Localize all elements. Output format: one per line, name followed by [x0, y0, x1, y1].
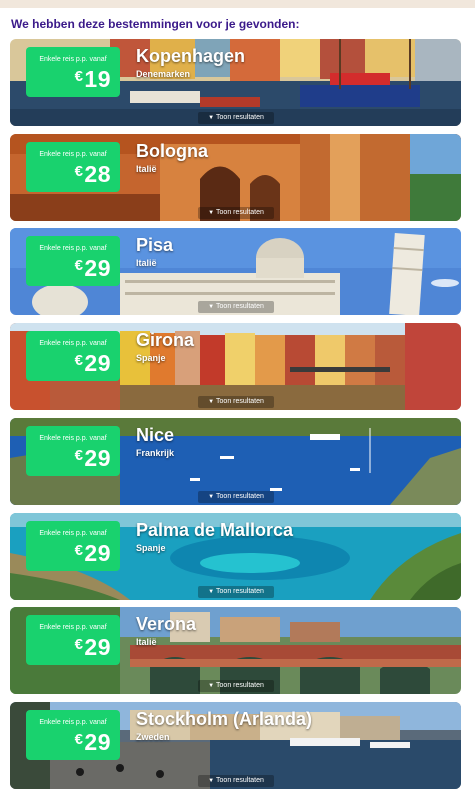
- city-name: Palma de Mallorca: [136, 520, 294, 540]
- price-amount: 29: [84, 350, 111, 376]
- price-value: €19: [75, 66, 111, 93]
- chevron-down-icon: ▼: [208, 304, 215, 310]
- chevron-down-icon: ▼: [208, 210, 215, 216]
- show-results-button[interactable]: ▼ Toon resultaten: [198, 586, 274, 598]
- country-name: Italië: [136, 258, 157, 268]
- price-box: Enkele reis p.p. vanaf €28: [26, 142, 120, 192]
- currency-symbol: €: [74, 447, 84, 464]
- show-results-label: Toon resultaten: [216, 777, 264, 784]
- country-name: Italië: [136, 637, 157, 647]
- show-results-label: Toon resultaten: [216, 493, 264, 500]
- price-label: Enkele reis p.p. vanaf: [39, 435, 107, 442]
- destination-card-girona[interactable]: Enkele reis p.p. vanaf €29 Girona Spanje…: [10, 323, 461, 410]
- chevron-down-icon: ▼: [208, 589, 215, 595]
- destination-card-palma-de-mallorca[interactable]: Enkele reis p.p. vanaf €29 Palma de Mall…: [10, 513, 461, 600]
- show-results-label: Toon resultaten: [216, 398, 264, 405]
- show-results-button[interactable]: ▼ Toon resultaten: [198, 680, 274, 692]
- price-value: €29: [75, 350, 111, 377]
- country-name: Frankrijk: [136, 448, 175, 458]
- chevron-down-icon: ▼: [208, 778, 215, 784]
- price-box: Enkele reis p.p. vanaf €19: [26, 47, 120, 97]
- show-results-label: Toon resultaten: [216, 588, 264, 595]
- show-results-button[interactable]: ▼ Toon resultaten: [198, 396, 274, 408]
- destination-card-bologna[interactable]: Enkele reis p.p. vanaf €28 Bologna Itali…: [10, 134, 461, 221]
- price-value: €29: [75, 255, 111, 282]
- show-results-label: Toon resultaten: [216, 303, 264, 310]
- country-name: Spanje: [136, 353, 166, 363]
- price-value: €28: [75, 161, 111, 188]
- currency-symbol: €: [74, 542, 84, 559]
- price-box: Enkele reis p.p. vanaf €29: [26, 615, 120, 665]
- city-name: Nice: [136, 425, 175, 445]
- destination-card-verona[interactable]: Enkele reis p.p. vanaf €29 Verona Italië…: [10, 607, 461, 694]
- price-box: Enkele reis p.p. vanaf €29: [26, 521, 120, 571]
- currency-symbol: €: [74, 731, 84, 748]
- currency-symbol: €: [74, 636, 84, 653]
- country-name: Italië: [136, 164, 157, 174]
- show-results-label: Toon resultaten: [216, 114, 264, 121]
- show-results-label: Toon resultaten: [216, 209, 264, 216]
- show-results-button[interactable]: ▼ Toon resultaten: [198, 775, 274, 787]
- chevron-down-icon: ▼: [208, 115, 215, 121]
- show-results-label: Toon resultaten: [216, 682, 264, 689]
- city-name: Kopenhagen: [136, 46, 246, 66]
- show-results-button[interactable]: ▼ Toon resultaten: [198, 301, 274, 313]
- price-label: Enkele reis p.p. vanaf: [39, 530, 107, 537]
- chevron-down-icon: ▼: [208, 494, 215, 500]
- destination-card-kopenhagen[interactable]: Enkele reis p.p. vanaf €19 Kopenhagen De…: [10, 39, 461, 126]
- chevron-down-icon: ▼: [208, 683, 215, 689]
- city-name: Pisa: [136, 235, 174, 255]
- price-box: Enkele reis p.p. vanaf €29: [26, 331, 120, 381]
- currency-symbol: €: [74, 352, 84, 369]
- price-label: Enkele reis p.p. vanaf: [39, 245, 107, 252]
- show-results-button[interactable]: ▼ Toon resultaten: [198, 112, 274, 124]
- price-value: €29: [75, 540, 111, 567]
- price-amount: 29: [84, 634, 111, 660]
- price-amount: 29: [84, 729, 111, 755]
- price-box: Enkele reis p.p. vanaf €29: [26, 710, 120, 760]
- price-box: Enkele reis p.p. vanaf €29: [26, 426, 120, 476]
- price-value: €29: [75, 729, 111, 756]
- top-band: [0, 0, 475, 8]
- destination-card-nice[interactable]: Enkele reis p.p. vanaf €29 Nice Frankrij…: [10, 418, 461, 505]
- country-name: Denemarken: [136, 69, 191, 79]
- currency-symbol: €: [74, 257, 84, 274]
- city-name: Verona: [136, 614, 197, 634]
- city-name: Girona: [136, 330, 195, 350]
- price-amount: 19: [84, 66, 111, 92]
- destination-card-stockholm-arlanda[interactable]: Enkele reis p.p. vanaf €29 Stockholm (Ar…: [10, 702, 461, 789]
- price-label: Enkele reis p.p. vanaf: [39, 624, 107, 631]
- price-box: Enkele reis p.p. vanaf €29: [26, 236, 120, 286]
- results-heading: We hebben deze bestemmingen voor je gevo…: [11, 17, 300, 31]
- price-amount: 29: [84, 255, 111, 281]
- city-name: Stockholm (Arlanda): [136, 709, 313, 729]
- price-value: €29: [75, 634, 111, 661]
- price-amount: 29: [84, 445, 111, 471]
- city-name: Bologna: [136, 141, 208, 161]
- price-label: Enkele reis p.p. vanaf: [39, 56, 107, 63]
- price-value: €29: [75, 445, 111, 472]
- country-name: Spanje: [136, 543, 166, 553]
- price-label: Enkele reis p.p. vanaf: [39, 340, 107, 347]
- price-amount: 28: [84, 161, 111, 187]
- country-name: Zweden: [136, 732, 170, 742]
- show-results-button[interactable]: ▼ Toon resultaten: [198, 491, 274, 503]
- price-amount: 29: [84, 540, 111, 566]
- chevron-down-icon: ▼: [208, 399, 215, 405]
- currency-symbol: €: [74, 68, 84, 85]
- currency-symbol: €: [74, 163, 84, 180]
- show-results-button[interactable]: ▼ Toon resultaten: [198, 207, 274, 219]
- destination-card-pisa[interactable]: Enkele reis p.p. vanaf €29 Pisa Italië ▼…: [10, 228, 461, 315]
- price-label: Enkele reis p.p. vanaf: [39, 719, 107, 726]
- price-label: Enkele reis p.p. vanaf: [39, 151, 107, 158]
